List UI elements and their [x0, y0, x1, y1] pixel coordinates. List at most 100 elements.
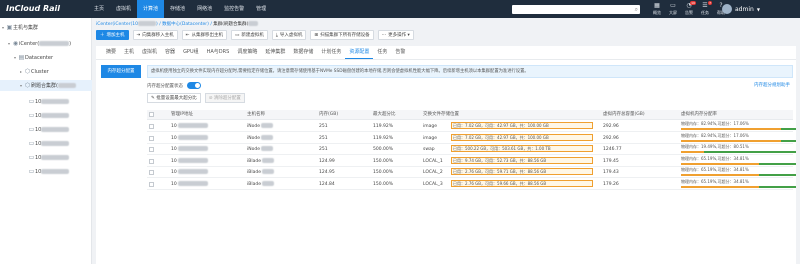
memory-overcommit-side-tab[interactable]: 内存超分配置	[101, 65, 141, 78]
move-host-in-button[interactable]: ⇥ 向集群移入主机	[132, 30, 178, 40]
chevron-down-icon: ▼	[756, 6, 760, 12]
cell-max-ratio: 119.92%	[373, 124, 394, 129]
tree-root[interactable]: ▾ ▣主机与集群	[0, 22, 92, 33]
physical-bar-segment	[681, 139, 781, 142]
table-row[interactable]: 10 iNode 251 500.00% swap 已用：500.22 GB，可用：503…	[147, 144, 800, 155]
more-actions-button[interactable]: ⋯ 更多操作 ▾	[377, 30, 414, 40]
row-checkbox[interactable]	[149, 181, 154, 187]
redacted-text	[177, 146, 208, 151]
batch-set-ratio-button[interactable]: ✎ 批量设置最大超分比	[147, 93, 201, 103]
cell-hostname: iBlade	[247, 179, 274, 190]
tab-containers[interactable]: 容器	[161, 46, 179, 59]
tab-datastore[interactable]: 数据存储	[289, 46, 317, 59]
tab-tasks[interactable]: 任务	[373, 46, 391, 59]
nav-monitoring[interactable]: 监控告警	[218, 0, 250, 18]
tab-vms[interactable]: 虚拟机	[138, 46, 161, 59]
cell-swap-store: LOCAL_3	[423, 181, 443, 187]
cell-virtual-total: 179.45	[603, 158, 619, 164]
select-all-checkbox[interactable]	[149, 112, 154, 117]
bigscreen-tool[interactable]: ▭ 大屏	[665, 2, 681, 15]
cell-memory: 251	[319, 147, 328, 152]
breadcrumb-link[interactable]: ) / 数据中心(Datacenter) /	[156, 22, 213, 27]
row-checkbox[interactable]	[149, 170, 154, 175]
redacted-text	[177, 157, 208, 163]
cell-ip: 10	[171, 167, 208, 178]
tree-host[interactable]: ▭10	[0, 96, 92, 107]
tree-vcenter[interactable]: ▾ ◉iCenter()	[0, 38, 92, 49]
nav-compute-pool[interactable]: 计算池	[137, 0, 165, 18]
redacted-text	[261, 146, 273, 151]
planning-assistant-link[interactable]: 内存超分规划助手	[754, 82, 790, 88]
tab-stretch-cluster[interactable]: 延伸集群	[261, 46, 289, 59]
page-scrollbar[interactable]	[796, 18, 800, 264]
tab-resource-config[interactable]: 资源配置	[345, 46, 374, 59]
overcommit-bar-segment	[704, 151, 800, 153]
clear-config-button[interactable]: ⊘ 清除超分配置	[204, 93, 245, 103]
table-row[interactable]: 10 iNode 251 119.92% image 已用：7.02 GB，可用：42.9…	[147, 121, 800, 132]
add-host-button[interactable]: ＋增加主机	[96, 30, 129, 40]
tree-datacenter[interactable]: ▾ ▤Datacenter	[0, 52, 92, 63]
table-row[interactable]: 10 iBlade 124.84 150.00% LOCAL_3 已用：2.76 GB，可…	[147, 179, 800, 190]
tab-gpu-group[interactable]: GPU组	[179, 46, 203, 59]
scan-storage-button[interactable]: ⊞ 扫描集群下所有存储设备	[310, 30, 374, 40]
overview-tool[interactable]: ▦ 概览	[649, 2, 665, 15]
nav-admin[interactable]: 管理	[250, 0, 272, 18]
breadcrumb-link[interactable]: iCenter(iCenter(10	[96, 22, 138, 27]
cell-virtual-total: 292.96	[603, 124, 619, 129]
move-host-out-button[interactable]: ⇤ 从集群移出主机	[181, 30, 228, 40]
col-hostname[interactable]: 主机名称	[247, 110, 265, 120]
cell-max-ratio: 500.00%	[373, 147, 394, 152]
global-search-input[interactable]: ⌕	[512, 5, 640, 14]
redacted-text	[41, 169, 70, 174]
nav-home[interactable]: 主页	[88, 0, 110, 18]
redacted-text	[261, 134, 273, 140]
tab-scheduled-tasks[interactable]: 计划任务	[317, 46, 345, 59]
tree-host[interactable]: ▭10	[0, 152, 92, 163]
table-row[interactable]: 10 iBlade 124.99 150.00% LOCAL_1 已用：9.74 GB，可…	[147, 156, 800, 167]
alarm-tool[interactable]: ◔ 10 告警	[681, 1, 697, 15]
col-alloc-rate[interactable]: 虚拟机内存分配率	[681, 110, 717, 120]
nav-network-pool[interactable]: 网络池	[191, 0, 218, 18]
redacted-text	[177, 169, 208, 174]
table-row[interactable]: 10 iBlade 124.95 150.00% LOCAL_2 已用：2.76 GB，可…	[147, 167, 800, 178]
col-max-ratio[interactable]: 最大超分比	[373, 110, 396, 120]
nav-vms[interactable]: 虚拟机	[110, 0, 137, 18]
search-icon[interactable]: ⌕	[635, 6, 638, 13]
alloc-rate-text: 物理内存：82.94%,可超分：17.06%	[681, 132, 749, 138]
redacted-text	[261, 157, 274, 163]
screen-icon: ▭	[670, 2, 676, 9]
redacted-text	[41, 155, 70, 160]
tree-selected-cluster[interactable]: ▾ ⬡刷题合集群(	[0, 80, 92, 91]
import-vm-button[interactable]: ⤓ 导入虚拟机	[271, 30, 307, 40]
task-count-badge: 7	[708, 1, 712, 5]
tree-host[interactable]: ▭10	[0, 138, 92, 149]
redacted-text	[57, 83, 76, 88]
new-vm-button[interactable]: ▭ 新建虚拟机	[231, 30, 268, 40]
tab-scheduling[interactable]: 调度策略	[233, 46, 261, 59]
tab-hosts[interactable]: 主机	[120, 46, 138, 59]
col-ip[interactable]: 管理IP地址	[171, 110, 193, 120]
row-checkbox[interactable]	[149, 158, 154, 164]
tab-ha-drs[interactable]: HA与DRS	[203, 46, 234, 59]
row-checkbox[interactable]	[149, 124, 154, 129]
tree-cluster[interactable]: ▸ ⬡Cluster	[0, 66, 92, 77]
task-tool[interactable]: ☰ 7 任务	[697, 1, 713, 15]
tab-summary[interactable]: 摘要	[102, 46, 120, 59]
main-nav: 主页 虚拟机 计算池 存储池 网络池 监控告警 管理	[88, 0, 272, 18]
row-checkbox[interactable]	[149, 135, 154, 141]
row-checkbox[interactable]	[149, 147, 154, 152]
folder-icon: ▣	[6, 24, 13, 31]
col-virtual-total[interactable]: 虚拟内存总容量(GB)	[603, 110, 645, 120]
app-logo[interactable]: InCloud Rail	[6, 4, 60, 13]
col-swap-location[interactable]: 交换文件存储位置	[423, 110, 459, 120]
table-row[interactable]: 10 iNode 251 119.92% image 已用：7.02 GB，可用：42.9…	[147, 132, 800, 144]
tree-host[interactable]: ▭10	[0, 124, 92, 135]
nav-storage-pool[interactable]: 存储池	[164, 0, 191, 18]
redacted-text	[177, 123, 208, 128]
user-menu[interactable]: admin ▼	[722, 4, 760, 14]
tree-host[interactable]: ▭10	[0, 166, 92, 177]
tree-host[interactable]: ▭10	[0, 110, 92, 121]
col-memory[interactable]: 内存(GB)	[319, 110, 338, 120]
tab-alarms[interactable]: 告警	[391, 46, 409, 59]
overcommit-toggle[interactable]	[187, 82, 201, 89]
